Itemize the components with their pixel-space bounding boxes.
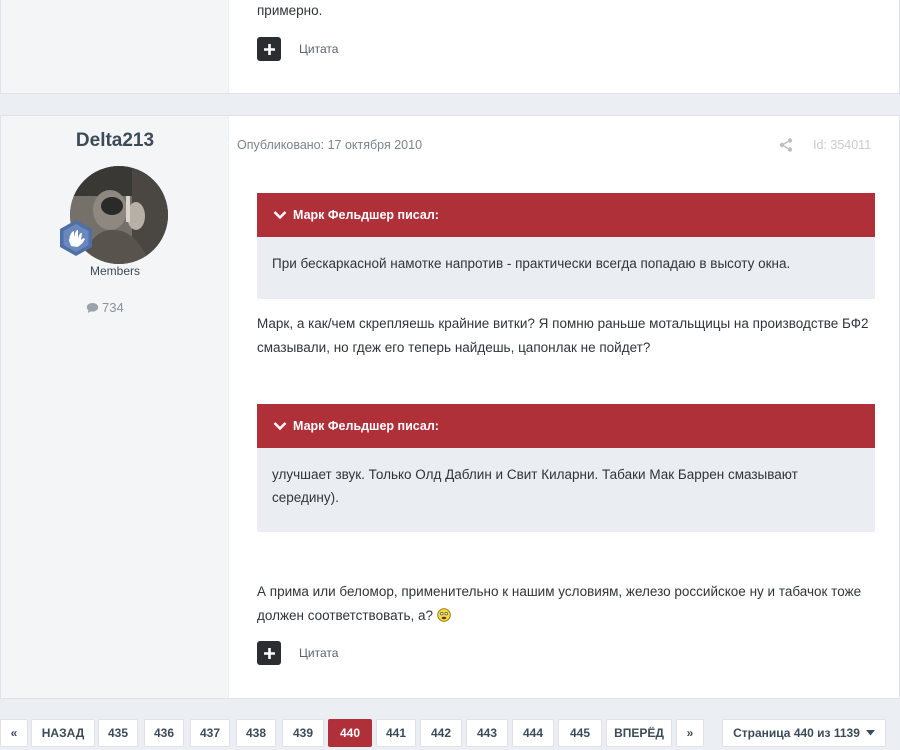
last-page-button[interactable]: »	[676, 719, 704, 747]
post-count: 734	[86, 300, 124, 315]
share-icon[interactable]	[779, 138, 793, 152]
post-id[interactable]: Id: 354011	[813, 138, 871, 152]
plus-icon	[263, 647, 275, 659]
quote-block: Марк Фельдшер писал: улучшает звук. Толь…	[257, 404, 875, 532]
quote-author: Марк Фельдшер писал:	[293, 208, 439, 222]
back-button[interactable]: НАЗАД	[31, 719, 95, 747]
quote-header[interactable]: Марк Фельдшер писал:	[257, 193, 875, 237]
post-count-value: 734	[102, 300, 124, 315]
page-indicator: Страница 440 из 1139	[733, 726, 860, 740]
quote-header[interactable]: Марк Фельдшер писал:	[257, 404, 875, 448]
page-button[interactable]: 445	[558, 719, 602, 747]
post-date[interactable]: Опубликовано: 17 октября 2010	[237, 138, 422, 152]
post-paragraph: А прима или беломор, применительно к наш…	[257, 580, 875, 628]
quote-link[interactable]: Цитата	[299, 42, 338, 56]
next-button[interactable]: ВПЕРЁД	[606, 719, 672, 747]
quote-author: Марк Фельдшер писал:	[293, 419, 439, 433]
quote-link[interactable]: Цитата	[299, 646, 338, 660]
previous-quote-action[interactable]: Цитата	[257, 37, 338, 61]
page-button[interactable]: 441	[376, 719, 416, 747]
page-button[interactable]: 443	[466, 719, 508, 747]
forum-post: Delta213 Members 734 Опубликовано: 17 ок…	[0, 115, 900, 699]
page-button[interactable]: 435	[98, 719, 138, 747]
caret-down-icon	[865, 730, 875, 736]
quote-text: При бескаркасной намотке напротив - прак…	[272, 256, 791, 271]
previous-post-text: примерно.	[257, 3, 323, 18]
page-button[interactable]: 439	[282, 719, 324, 747]
smiley-icon	[437, 608, 451, 622]
rank-badge	[57, 219, 95, 257]
page-button-current[interactable]: 440	[328, 719, 372, 747]
page-button[interactable]: 442	[420, 719, 462, 747]
page-button[interactable]: 438	[236, 719, 276, 747]
multiquote-button[interactable]	[257, 37, 281, 61]
rank-badge-icon	[60, 220, 92, 256]
first-page-button[interactable]: «	[0, 719, 28, 747]
post-paragraph: Марк, а как/чем скрепляешь крайние витки…	[257, 316, 869, 355]
chevron-down-icon	[273, 422, 287, 431]
comment-icon	[86, 302, 99, 313]
page-button[interactable]: 436	[144, 719, 184, 747]
quote-text: улучшает звук. Только Олд Даблин и Свит …	[272, 467, 798, 505]
plus-icon	[263, 43, 275, 55]
member-group: Members	[89, 264, 140, 278]
page-jump-dropdown[interactable]: Страница 440 из 1139	[722, 719, 886, 747]
multiquote-button[interactable]	[257, 641, 281, 665]
page-button[interactable]: 444	[512, 719, 554, 747]
author-column: Delta213 Members 734	[1, 116, 229, 698]
author-name[interactable]: Delta213	[1, 130, 229, 152]
quote-action[interactable]: Цитата	[257, 641, 338, 665]
post-paragraph-text: А прима или беломор, применительно к наш…	[257, 584, 862, 623]
previous-post: примерно. Цитата	[0, 0, 900, 94]
quote-block: Марк Фельдшер писал: При бескаркасной на…	[257, 193, 875, 299]
chevron-down-icon	[273, 211, 287, 220]
previous-author-column	[1, 0, 229, 93]
page-button[interactable]: 437	[190, 719, 230, 747]
